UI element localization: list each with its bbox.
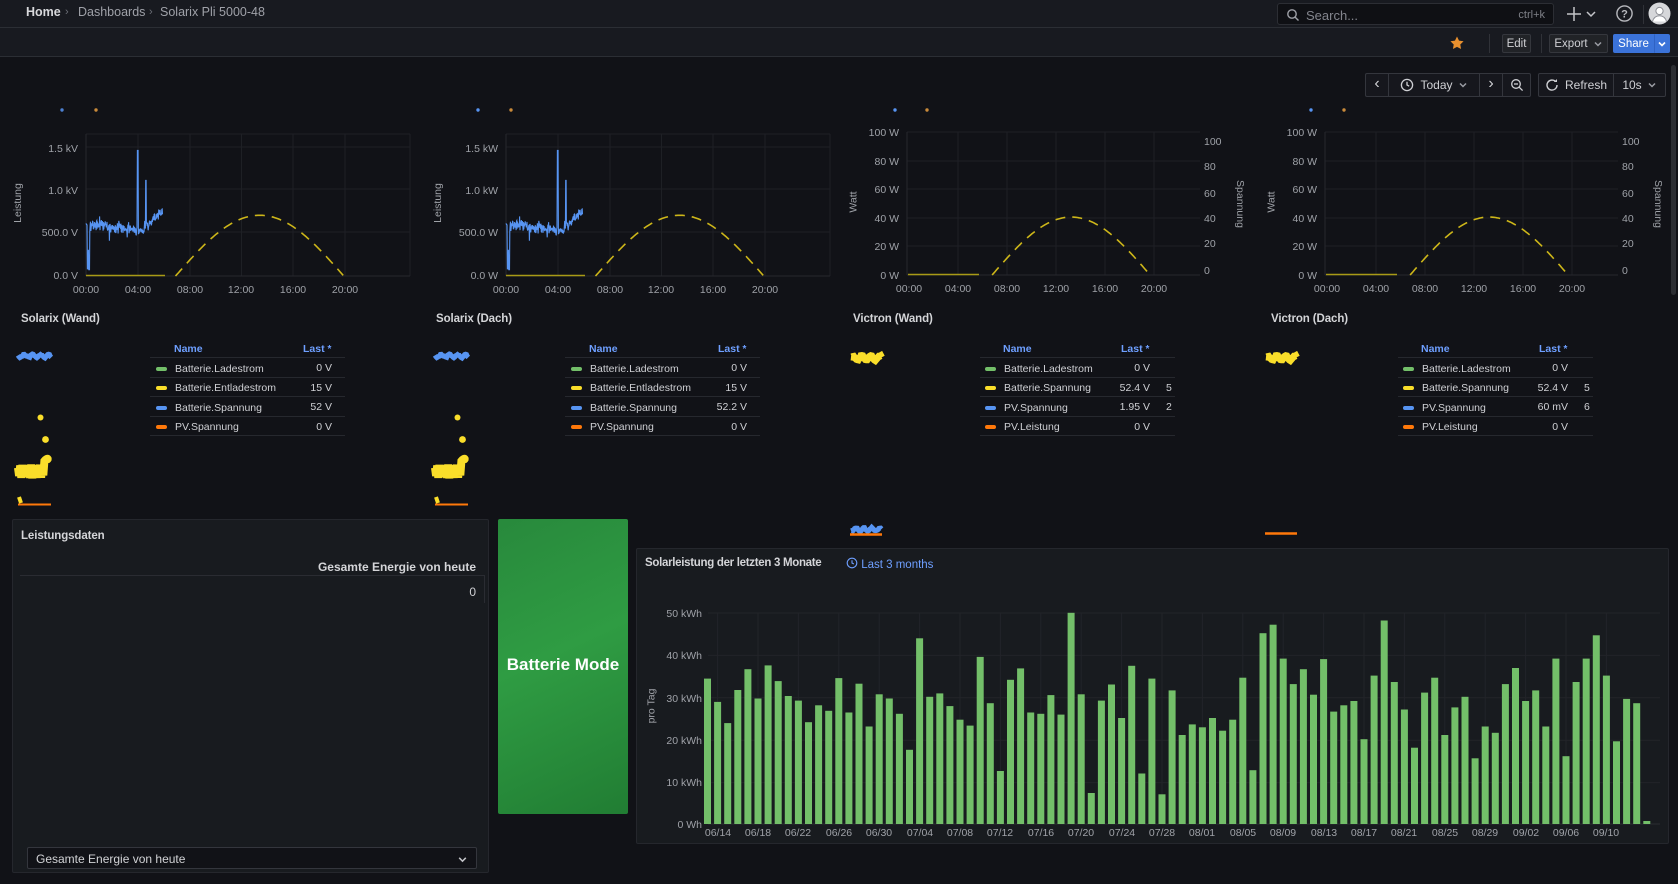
svg-text:80: 80	[1204, 161, 1216, 173]
svg-text:12:00: 12:00	[648, 284, 674, 296]
svg-text:20 kWh: 20 kWh	[666, 735, 702, 747]
svg-text:06/30: 06/30	[866, 827, 892, 839]
svg-text:0 W: 0 W	[880, 270, 899, 282]
svg-text:50 kWh: 50 kWh	[666, 608, 702, 620]
svg-text:08/17: 08/17	[1351, 827, 1377, 839]
svg-text:100 W: 100 W	[869, 127, 899, 139]
svg-text:?: ?	[1621, 8, 1628, 20]
svg-text:0.0 W: 0.0 W	[471, 270, 499, 282]
svg-text:08/13: 08/13	[1311, 827, 1337, 839]
svg-text:07/04: 07/04	[907, 827, 933, 839]
svg-text:40: 40	[1622, 213, 1634, 225]
svg-text:08/29: 08/29	[1472, 827, 1498, 839]
svg-text:08/01: 08/01	[1189, 827, 1215, 839]
svg-text:12:00: 12:00	[1043, 283, 1069, 295]
svg-text:08/21: 08/21	[1391, 827, 1417, 839]
svg-text:04:00: 04:00	[945, 283, 971, 295]
svg-text:07/20: 07/20	[1068, 827, 1094, 839]
svg-text:0: 0	[1204, 265, 1210, 277]
svg-text:20:00: 20:00	[332, 284, 358, 296]
svg-text:00:00: 00:00	[493, 284, 519, 296]
svg-text:100 W: 100 W	[1287, 127, 1317, 139]
svg-text:100: 100	[1622, 136, 1640, 148]
svg-text:08/25: 08/25	[1432, 827, 1458, 839]
svg-text:16:00: 16:00	[1092, 283, 1118, 295]
svg-text:1.5 kV: 1.5 kV	[48, 143, 78, 155]
svg-text:60 W: 60 W	[874, 184, 899, 196]
svg-text:16:00: 16:00	[280, 284, 306, 296]
svg-text:16:00: 16:00	[1510, 283, 1536, 295]
svg-text:16:00: 16:00	[700, 284, 726, 296]
svg-text:09/02: 09/02	[1513, 827, 1539, 839]
svg-text:80 W: 80 W	[874, 156, 899, 168]
svg-text:07/28: 07/28	[1149, 827, 1175, 839]
svg-text:1.0 kV: 1.0 kV	[48, 185, 78, 197]
svg-text:07/24: 07/24	[1109, 827, 1135, 839]
svg-text:20:00: 20:00	[1141, 283, 1167, 295]
svg-text:10 kWh: 10 kWh	[666, 777, 702, 789]
svg-text:20: 20	[1622, 238, 1634, 250]
svg-text:07/16: 07/16	[1028, 827, 1054, 839]
svg-text:1.0 kW: 1.0 kW	[465, 185, 498, 197]
svg-text:09/10: 09/10	[1593, 827, 1619, 839]
svg-text:06/18: 06/18	[745, 827, 771, 839]
svg-text:08:00: 08:00	[177, 284, 203, 296]
svg-text:1.5 kW: 1.5 kW	[465, 143, 498, 155]
svg-text:08:00: 08:00	[1412, 283, 1438, 295]
svg-text:60 W: 60 W	[1292, 184, 1317, 196]
svg-text:00:00: 00:00	[896, 283, 922, 295]
svg-text:20 W: 20 W	[1292, 241, 1317, 253]
svg-text:07/12: 07/12	[987, 827, 1013, 839]
svg-text:04:00: 04:00	[545, 284, 571, 296]
svg-text:07/08: 07/08	[947, 827, 973, 839]
svg-text:0.0 V: 0.0 V	[53, 270, 78, 282]
svg-text:08:00: 08:00	[597, 284, 623, 296]
svg-text:500.0 V: 500.0 V	[42, 227, 78, 239]
svg-text:06/14: 06/14	[705, 827, 731, 839]
svg-text:80 W: 80 W	[1292, 156, 1317, 168]
svg-text:500.0 W: 500.0 W	[459, 227, 498, 239]
svg-text:09/06: 09/06	[1553, 827, 1579, 839]
svg-text:06/22: 06/22	[785, 827, 811, 839]
svg-text:0: 0	[1622, 265, 1628, 277]
svg-text:40 kWh: 40 kWh	[666, 650, 702, 662]
svg-text:40: 40	[1204, 213, 1216, 225]
svg-text:0 Wh: 0 Wh	[677, 819, 702, 831]
svg-text:30 kWh: 30 kWh	[666, 693, 702, 705]
svg-text:20: 20	[1204, 238, 1216, 250]
svg-text:04:00: 04:00	[1363, 283, 1389, 295]
svg-text:06/26: 06/26	[826, 827, 852, 839]
svg-text:20:00: 20:00	[752, 284, 778, 296]
svg-text:12:00: 12:00	[228, 284, 254, 296]
svg-text:00:00: 00:00	[1314, 283, 1340, 295]
svg-text:08:00: 08:00	[994, 283, 1020, 295]
svg-text:40 W: 40 W	[1292, 213, 1317, 225]
svg-text:00:00: 00:00	[73, 284, 99, 296]
svg-text:20 W: 20 W	[874, 241, 899, 253]
svg-text:60: 60	[1622, 188, 1634, 200]
svg-text:20:00: 20:00	[1559, 283, 1585, 295]
svg-text:0 W: 0 W	[1298, 270, 1317, 282]
svg-text:60: 60	[1204, 188, 1216, 200]
svg-text:40 W: 40 W	[874, 213, 899, 225]
svg-text:100: 100	[1204, 136, 1222, 148]
svg-text:04:00: 04:00	[125, 284, 151, 296]
svg-text:08/05: 08/05	[1230, 827, 1256, 839]
svg-text:12:00: 12:00	[1461, 283, 1487, 295]
svg-text:80: 80	[1622, 161, 1634, 173]
svg-text:08/09: 08/09	[1270, 827, 1296, 839]
